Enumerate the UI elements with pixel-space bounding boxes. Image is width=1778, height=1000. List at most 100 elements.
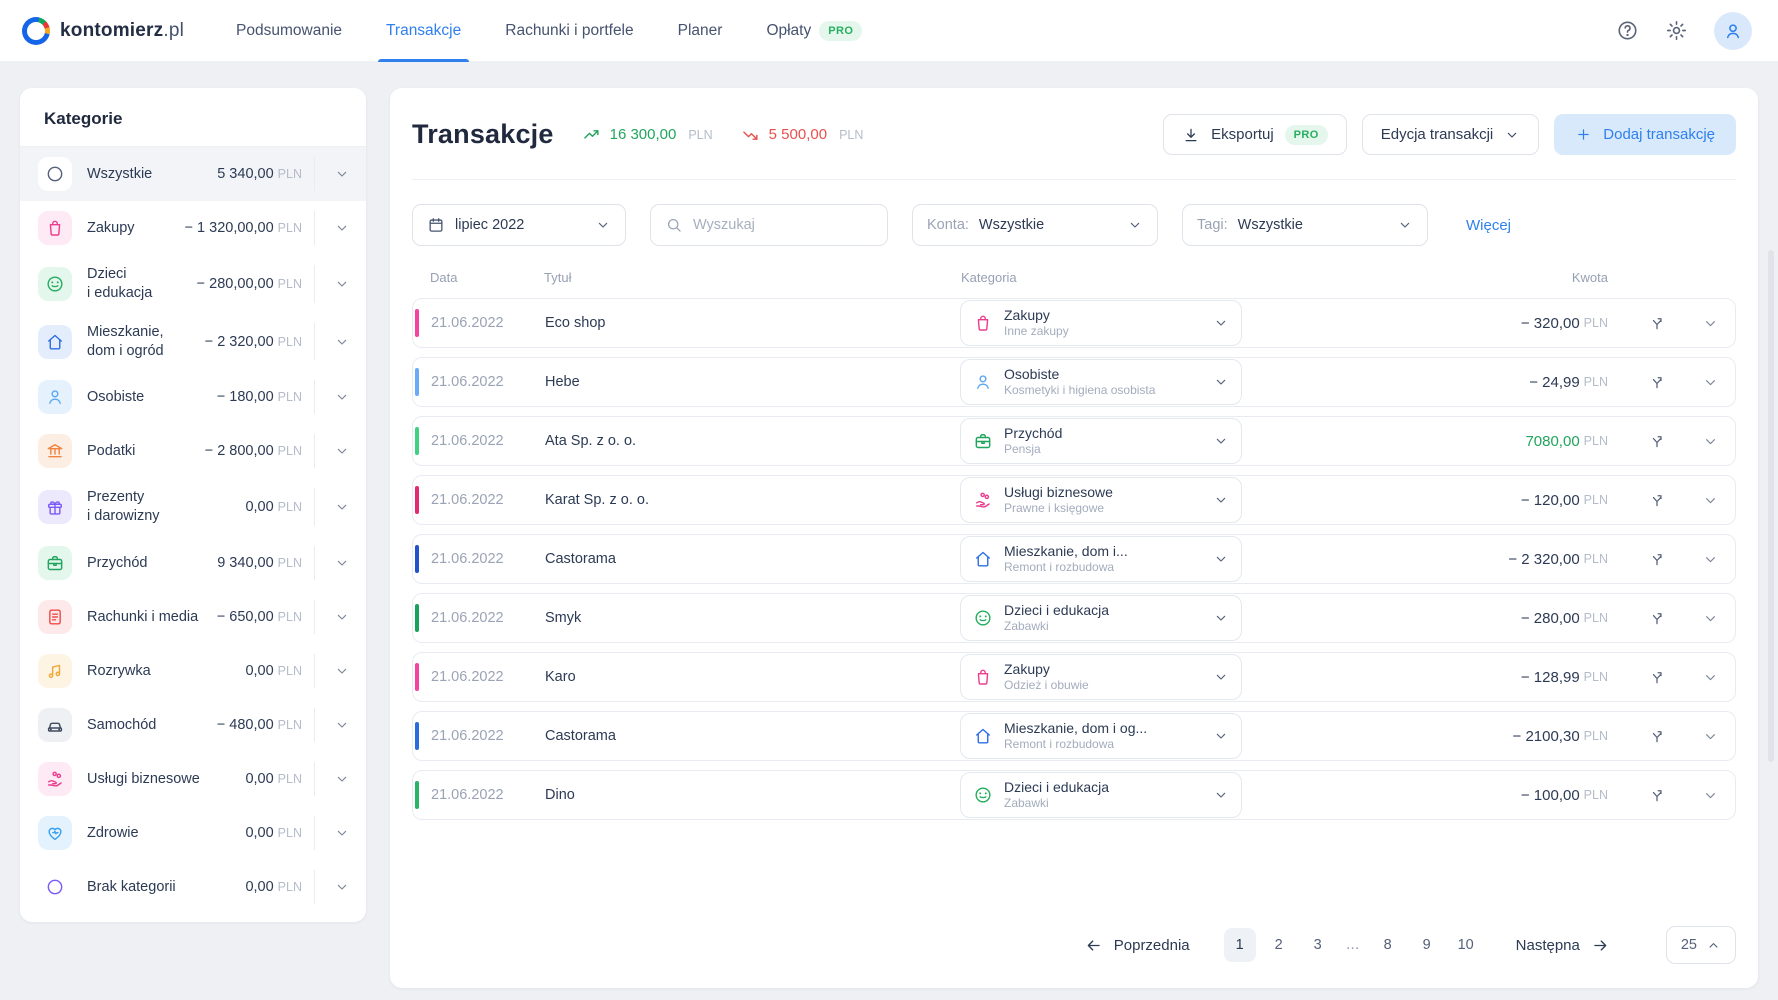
chevron-down-icon[interactable] bbox=[314, 600, 356, 634]
expand-row-icon[interactable] bbox=[1702, 374, 1719, 391]
split-transaction-icon[interactable] bbox=[1648, 727, 1666, 745]
plus-icon bbox=[1575, 126, 1592, 143]
app-logo[interactable]: kontomierz.pl bbox=[22, 17, 184, 45]
expand-row-icon[interactable] bbox=[1702, 610, 1719, 627]
transaction-row[interactable]: 21.06.2022 Karat Sp. z o. o. Usługi bizn… bbox=[412, 475, 1736, 525]
search-input[interactable] bbox=[693, 217, 873, 233]
nav-transakcje[interactable]: Transakcje bbox=[386, 0, 461, 62]
category-select[interactable]: Mieszkanie, dom i...Remont i rozbudowa bbox=[960, 536, 1242, 582]
nav-planer[interactable]: Planer bbox=[678, 0, 723, 62]
expand-row-icon[interactable] bbox=[1702, 492, 1719, 509]
category-item-rozrywka[interactable]: Rozrywka 0,00PLN bbox=[20, 644, 366, 698]
category-item-dzieci-i-edukacja[interactable]: Dzieci i edukacja − 280,00,00PLN bbox=[20, 255, 366, 313]
page-button[interactable]: 2 bbox=[1263, 928, 1295, 962]
chevron-down-icon[interactable] bbox=[314, 265, 356, 303]
split-transaction-icon[interactable] bbox=[1648, 373, 1666, 391]
category-item-rachunki-i-media[interactable]: Rachunki i media − 650,00PLN bbox=[20, 590, 366, 644]
chevron-down-icon[interactable] bbox=[314, 870, 356, 904]
split-transaction-icon[interactable] bbox=[1648, 609, 1666, 627]
category-item-przychod[interactable]: Przychód 9 340,00PLN bbox=[20, 536, 366, 590]
category-select[interactable]: ZakupyInne zakupy bbox=[960, 300, 1242, 346]
expand-row-icon[interactable] bbox=[1702, 669, 1719, 686]
page-button[interactable]: 3 bbox=[1302, 928, 1334, 962]
split-transaction-icon[interactable] bbox=[1648, 668, 1666, 686]
transaction-row[interactable]: 21.06.2022 Smyk Dzieci i edukacjaZabawki… bbox=[412, 593, 1736, 643]
chevron-down-icon[interactable] bbox=[314, 816, 356, 850]
split-transaction-icon[interactable] bbox=[1648, 786, 1666, 804]
page-content: Kategorie Wszystkie 5 340,00PLN Zakupy −… bbox=[0, 62, 1778, 1000]
category-select[interactable]: PrzychódPensja bbox=[960, 418, 1242, 464]
category-item-mieszkanie[interactable]: Mieszkanie, dom i ogród − 2 320,00PLN bbox=[20, 313, 366, 371]
category-select[interactable]: Dzieci i edukacjaZabawki bbox=[960, 595, 1242, 641]
split-transaction-icon[interactable] bbox=[1648, 432, 1666, 450]
smiley-icon bbox=[38, 267, 72, 301]
page-button[interactable]: 8 bbox=[1372, 928, 1404, 962]
person-icon bbox=[973, 372, 993, 392]
expand-row-icon[interactable] bbox=[1702, 551, 1719, 568]
next-page-button[interactable]: Następna bbox=[1516, 936, 1610, 955]
category-select[interactable]: Usługi biznesowePrawne i księgowe bbox=[960, 477, 1242, 523]
add-transaction-button[interactable]: Dodaj transakcję bbox=[1554, 114, 1736, 155]
split-transaction-icon[interactable] bbox=[1648, 314, 1666, 332]
category-select[interactable]: Dzieci i edukacjaZabawki bbox=[960, 772, 1242, 818]
split-transaction-icon[interactable] bbox=[1648, 491, 1666, 509]
category-item-samochod[interactable]: Samochód − 480,00PLN bbox=[20, 698, 366, 752]
column-header-date: Data bbox=[412, 270, 524, 285]
nav-rachunki-i-portfele[interactable]: Rachunki i portfele bbox=[505, 0, 633, 62]
page-button[interactable]: 9 bbox=[1411, 928, 1443, 962]
date-range-select[interactable]: lipiec 2022 bbox=[412, 204, 626, 246]
transaction-row[interactable]: 21.06.2022 Ata Sp. z o. o. PrzychódPensj… bbox=[412, 416, 1736, 466]
category-select[interactable]: Mieszkanie, dom i og...Remont i rozbudow… bbox=[960, 713, 1242, 759]
page-size-select[interactable]: 25 bbox=[1666, 926, 1736, 964]
chevron-down-icon[interactable] bbox=[314, 323, 356, 361]
health-heart-icon bbox=[38, 816, 72, 850]
transaction-row[interactable]: 21.06.2022 Castorama Mieszkanie, dom i..… bbox=[412, 534, 1736, 584]
chevron-down-icon[interactable] bbox=[314, 708, 356, 742]
category-select[interactable]: OsobisteKosmetyki i higiena osobista bbox=[960, 359, 1242, 405]
nav-oplaty[interactable]: OpłatyPRO bbox=[766, 0, 862, 62]
transaction-row[interactable]: 21.06.2022 Hebe OsobisteKosmetyki i higi… bbox=[412, 357, 1736, 407]
expand-row-icon[interactable] bbox=[1702, 433, 1719, 450]
accounts-filter-select[interactable]: Konta:Wszystkie bbox=[912, 204, 1158, 246]
page-button[interactable]: 10 bbox=[1450, 928, 1482, 962]
category-item-prezenty[interactable]: Prezenty i darowizny 0,00PLN bbox=[20, 478, 366, 536]
chevron-down-icon[interactable] bbox=[314, 434, 356, 468]
help-icon[interactable] bbox=[1616, 19, 1639, 42]
expand-row-icon[interactable] bbox=[1702, 728, 1719, 745]
tags-filter-select[interactable]: Tagi:Wszystkie bbox=[1182, 204, 1428, 246]
previous-page-button[interactable]: Poprzednia bbox=[1084, 936, 1190, 955]
chevron-down-icon[interactable] bbox=[314, 654, 356, 688]
user-avatar[interactable] bbox=[1714, 12, 1752, 50]
transaction-row[interactable]: 21.06.2022 Dino Dzieci i edukacjaZabawki… bbox=[412, 770, 1736, 820]
category-item-wszystkie[interactable]: Wszystkie 5 340,00PLN bbox=[20, 147, 366, 201]
expand-row-icon[interactable] bbox=[1702, 315, 1719, 332]
split-transaction-icon[interactable] bbox=[1648, 550, 1666, 568]
scrollbar[interactable] bbox=[1768, 250, 1774, 762]
category-item-zakupy[interactable]: Zakupy − 1 320,00,00PLN bbox=[20, 201, 366, 255]
category-item-podatki[interactable]: Podatki − 2 800,00PLN bbox=[20, 424, 366, 478]
nav-podsumowanie[interactable]: Podsumowanie bbox=[236, 0, 342, 62]
transaction-row[interactable]: 21.06.2022 Castorama Mieszkanie, dom i o… bbox=[412, 711, 1736, 761]
page-button[interactable]: 1 bbox=[1224, 928, 1256, 962]
chevron-down-icon[interactable] bbox=[314, 546, 356, 580]
export-button[interactable]: Eksportuj PRO bbox=[1163, 114, 1347, 155]
transaction-row[interactable]: 21.06.2022 Karo ZakupyOdzież i obuwie − … bbox=[412, 652, 1736, 702]
chevron-down-icon[interactable] bbox=[314, 157, 356, 191]
settings-gear-icon[interactable] bbox=[1665, 19, 1688, 42]
chevron-down-icon[interactable] bbox=[314, 762, 356, 796]
hand-coins-icon bbox=[38, 762, 72, 796]
edit-transactions-button[interactable]: Edycja transakcji bbox=[1362, 114, 1540, 155]
category-color-bar bbox=[415, 663, 419, 691]
category-item-zdrowie[interactable]: Zdrowie 0,00PLN bbox=[20, 806, 366, 860]
hand-coins-icon bbox=[973, 490, 993, 510]
chevron-down-icon[interactable] bbox=[314, 488, 356, 526]
category-item-uslugi-biznesowe[interactable]: Usługi biznesowe 0,00PLN bbox=[20, 752, 366, 806]
transaction-row[interactable]: 21.06.2022 Eco shop ZakupyInne zakupy − … bbox=[412, 298, 1736, 348]
category-select[interactable]: ZakupyOdzież i obuwie bbox=[960, 654, 1242, 700]
more-filters-link[interactable]: Więcej bbox=[1466, 217, 1511, 234]
category-item-osobiste[interactable]: Osobiste − 180,00PLN bbox=[20, 370, 366, 424]
category-item-brak-kategorii[interactable]: Brak kategorii 0,00PLN bbox=[20, 860, 366, 914]
chevron-down-icon[interactable] bbox=[314, 380, 356, 414]
chevron-down-icon[interactable] bbox=[314, 211, 356, 245]
expand-row-icon[interactable] bbox=[1702, 787, 1719, 804]
